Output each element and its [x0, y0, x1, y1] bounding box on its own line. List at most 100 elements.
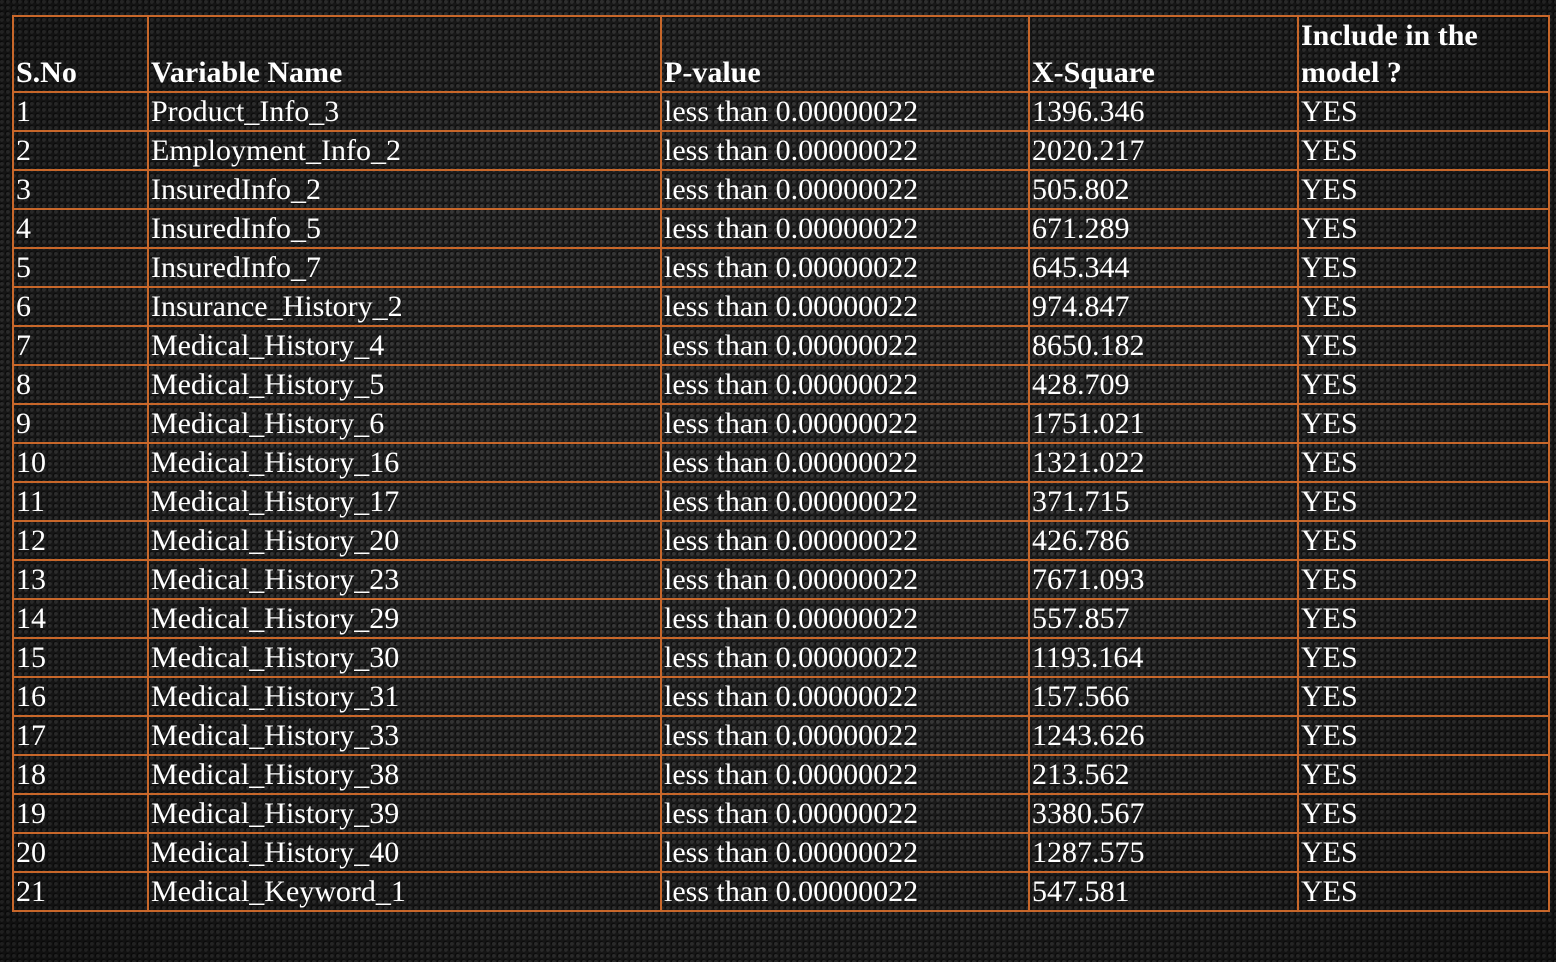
cell-include: YES: [1297, 871, 1550, 912]
cell-variable-name: Medical_History_6: [147, 403, 662, 444]
table-row: 4 InsuredInfo_5 less than 0.00000022 671.28…: [12, 208, 1550, 249]
cell-sno: 7: [12, 325, 149, 366]
cell-p-value: less than 0.00000022: [660, 832, 1030, 873]
cell-include: YES: [1297, 286, 1550, 327]
cell-variable-name: Medical_History_38: [147, 754, 662, 795]
header-p-value: P-value: [660, 15, 1030, 93]
cell-sno: 18: [12, 754, 149, 795]
table-row: 13 Medical_History_23 less than 0.00000022…: [12, 559, 1550, 600]
cell-x-square: 1396.346: [1028, 91, 1299, 132]
cell-p-value: less than 0.00000022: [660, 559, 1030, 600]
cell-variable-name: Medical_History_17: [147, 481, 662, 522]
cell-variable-name: Medical_History_20: [147, 520, 662, 561]
cell-variable-name: Medical_History_40: [147, 832, 662, 873]
cell-x-square: 371.715: [1028, 481, 1299, 522]
table-row: 15 Medical_History_30 less than 0.00000022…: [12, 637, 1550, 678]
table-row: 16 Medical_History_31 less than 0.00000022…: [12, 676, 1550, 717]
table-row: 19 Medical_History_39 less than 0.00000022…: [12, 793, 1550, 834]
cell-include: YES: [1297, 481, 1550, 522]
cell-x-square: 1287.575: [1028, 832, 1299, 873]
cell-p-value: less than 0.00000022: [660, 130, 1030, 171]
cell-p-value: less than 0.00000022: [660, 169, 1030, 210]
cell-x-square: 1751.021: [1028, 403, 1299, 444]
cell-p-value: less than 0.00000022: [660, 481, 1030, 522]
cell-sno: 15: [12, 637, 149, 678]
table-header: S.No Variable Name P-value X-Square Incl…: [12, 15, 1550, 93]
cell-sno: 5: [12, 247, 149, 288]
cell-p-value: less than 0.00000022: [660, 793, 1030, 834]
cell-p-value: less than 0.00000022: [660, 442, 1030, 483]
header-sno: S.No: [12, 15, 149, 93]
cell-variable-name: Medical_Keyword_1: [147, 871, 662, 912]
table-row: 2 Employment_Info_2 less than 0.00000022 20…: [12, 130, 1550, 171]
cell-x-square: 557.857: [1028, 598, 1299, 639]
cell-include: YES: [1297, 130, 1550, 171]
cell-sno: 2: [12, 130, 149, 171]
table-row: 1 Product_Info_3 less than 0.00000022 1396.…: [12, 91, 1550, 132]
cell-include: YES: [1297, 169, 1550, 210]
cell-x-square: 428.709: [1028, 364, 1299, 405]
cell-variable-name: Medical_History_39: [147, 793, 662, 834]
cell-x-square: 3380.567: [1028, 793, 1299, 834]
cell-p-value: less than 0.00000022: [660, 871, 1030, 912]
table-row: 17 Medical_History_33 less than 0.00000022…: [12, 715, 1550, 756]
table-row: 5 InsuredInfo_7 less than 0.00000022 645.34…: [12, 247, 1550, 288]
cell-x-square: 645.344: [1028, 247, 1299, 288]
cell-sno: 20: [12, 832, 149, 873]
cell-x-square: 2020.217: [1028, 130, 1299, 171]
table-row: 21 Medical_Keyword_1 less than 0.00000022 5…: [12, 871, 1550, 912]
cell-variable-name: InsuredInfo_2: [147, 169, 662, 210]
cell-variable-name: InsuredInfo_5: [147, 208, 662, 249]
table-row: 3 InsuredInfo_2 less than 0.00000022 505.80…: [12, 169, 1550, 210]
cell-include: YES: [1297, 364, 1550, 405]
cell-variable-name: InsuredInfo_7: [147, 247, 662, 288]
cell-variable-name: Medical_History_5: [147, 364, 662, 405]
cell-variable-name: Medical_History_29: [147, 598, 662, 639]
cell-p-value: less than 0.00000022: [660, 325, 1030, 366]
cell-include: YES: [1297, 637, 1550, 678]
table-row: 18 Medical_History_38 less than 0.00000022…: [12, 754, 1550, 795]
table-row: 6 Insurance_History_2 less than 0.00000022…: [12, 286, 1550, 327]
cell-x-square: 547.581: [1028, 871, 1299, 912]
cell-p-value: less than 0.00000022: [660, 403, 1030, 444]
header-x-square: X-Square: [1028, 15, 1299, 93]
cell-variable-name: Product_Info_3: [147, 91, 662, 132]
table-row: 10 Medical_History_16 less than 0.00000022…: [12, 442, 1550, 483]
cell-variable-name: Medical_History_30: [147, 637, 662, 678]
cell-sno: 17: [12, 715, 149, 756]
variable-significance-table: S.No Variable Name P-value X-Square Incl…: [12, 15, 1550, 912]
cell-sno: 11: [12, 481, 149, 522]
cell-sno: 9: [12, 403, 149, 444]
cell-sno: 3: [12, 169, 149, 210]
header-variable-name: Variable Name: [147, 15, 662, 93]
cell-include: YES: [1297, 793, 1550, 834]
cell-p-value: less than 0.00000022: [660, 676, 1030, 717]
cell-p-value: less than 0.00000022: [660, 715, 1030, 756]
table-row: 12 Medical_History_20 less than 0.00000022…: [12, 520, 1550, 561]
cell-include: YES: [1297, 520, 1550, 561]
cell-x-square: 1243.626: [1028, 715, 1299, 756]
table-row: 7 Medical_History_4 less than 0.00000022 86…: [12, 325, 1550, 366]
cell-x-square: 1321.022: [1028, 442, 1299, 483]
cell-p-value: less than 0.00000022: [660, 637, 1030, 678]
header-include-in-model: Include in the model ?: [1297, 15, 1550, 93]
table-row: 11 Medical_History_17 less than 0.00000022…: [12, 481, 1550, 522]
cell-p-value: less than 0.00000022: [660, 754, 1030, 795]
cell-x-square: 1193.164: [1028, 637, 1299, 678]
table-row: 14 Medical_History_29 less than 0.00000022…: [12, 598, 1550, 639]
table-row: 9 Medical_History_6 less than 0.00000022 17…: [12, 403, 1550, 444]
cell-sno: 21: [12, 871, 149, 912]
cell-x-square: 7671.093: [1028, 559, 1299, 600]
cell-p-value: less than 0.00000022: [660, 598, 1030, 639]
cell-x-square: 505.802: [1028, 169, 1299, 210]
cell-x-square: 157.566: [1028, 676, 1299, 717]
cell-p-value: less than 0.00000022: [660, 91, 1030, 132]
cell-include: YES: [1297, 676, 1550, 717]
cell-variable-name: Medical_History_33: [147, 715, 662, 756]
cell-x-square: 671.289: [1028, 208, 1299, 249]
cell-variable-name: Insurance_History_2: [147, 286, 662, 327]
cell-sno: 19: [12, 793, 149, 834]
cell-variable-name: Medical_History_4: [147, 325, 662, 366]
cell-sno: 8: [12, 364, 149, 405]
cell-sno: 16: [12, 676, 149, 717]
